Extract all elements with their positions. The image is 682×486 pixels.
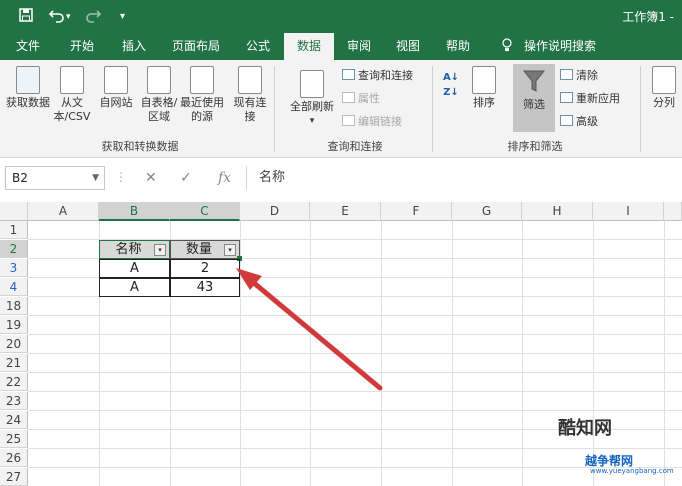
- watermark-logo-text: 酷知网: [558, 418, 612, 439]
- watermark-url: www.yueyangbang.com: [590, 467, 674, 475]
